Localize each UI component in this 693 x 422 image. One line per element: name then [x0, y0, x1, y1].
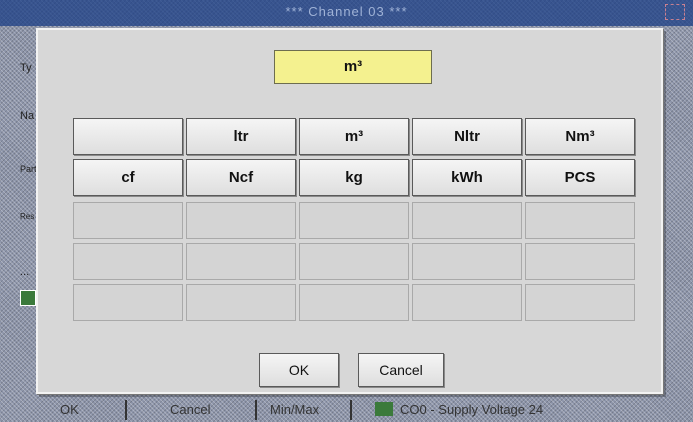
background-bottom-channel: CO0 - Supply Voltage 24: [400, 402, 544, 417]
unit-button-ltr[interactable]: ltr: [186, 118, 296, 155]
background-bottom-separator: [125, 400, 127, 420]
background-close-icon: [665, 4, 685, 20]
unit-button-pcs[interactable]: PCS: [525, 159, 635, 196]
unit-button-nltr[interactable]: Nltr: [412, 118, 522, 155]
unit-button-kg[interactable]: kg: [299, 159, 409, 196]
unit-button-empty: [186, 243, 296, 280]
unit-button-kwh[interactable]: kWh: [412, 159, 522, 196]
background-window-title: *** Channel 03 ***: [285, 4, 408, 19]
unit-button-empty: [412, 243, 522, 280]
unit-button-empty: [186, 202, 296, 239]
unit-button-empty: [299, 243, 409, 280]
unit-button-cf[interactable]: cf: [73, 159, 183, 196]
unit-button-empty: [73, 243, 183, 280]
current-unit-display[interactable]: m³: [274, 50, 432, 84]
unit-button-ncf[interactable]: Ncf: [186, 159, 296, 196]
background-checkbox: [20, 290, 36, 306]
background-bottom-cancel: Cancel: [170, 402, 211, 417]
unit-button-empty: [299, 202, 409, 239]
unit-select-dialog: m³ ltr m³ Nltr Nm³ cf Ncf kg kWh PCS OK …: [36, 28, 663, 394]
unit-button-empty: [412, 284, 522, 321]
background-bottom-bar: OK Cancel Min/Max CO0 - Supply Voltage 2…: [0, 398, 693, 422]
background-bottom-separator: [350, 400, 352, 420]
background-side-label: Ty: [20, 62, 32, 74]
background-bottom-minmax: Min/Max: [270, 402, 320, 417]
background-side-label: Res: [20, 212, 35, 221]
unit-button-empty: [412, 202, 522, 239]
unit-button-empty: [73, 202, 183, 239]
background-side-label: Part: [20, 164, 37, 174]
unit-button-m3[interactable]: m³: [299, 118, 409, 155]
unit-button-nm3[interactable]: Nm³: [525, 118, 635, 155]
background-side-label: ...: [20, 266, 30, 278]
cancel-button[interactable]: Cancel: [358, 353, 444, 387]
background-bottom-ok: OK: [60, 402, 79, 417]
unit-button-empty: [73, 284, 183, 321]
background-bottom-separator: [255, 400, 257, 420]
unit-button-empty: [525, 243, 635, 280]
unit-button-empty: [299, 284, 409, 321]
unit-button-blank[interactable]: [73, 118, 183, 155]
unit-button-empty: [525, 202, 635, 239]
background-side-label: Na: [20, 110, 35, 122]
background-bottom-swatch: [375, 402, 393, 416]
unit-button-empty: [525, 284, 635, 321]
unit-button-empty: [186, 284, 296, 321]
ok-button[interactable]: OK: [259, 353, 339, 387]
